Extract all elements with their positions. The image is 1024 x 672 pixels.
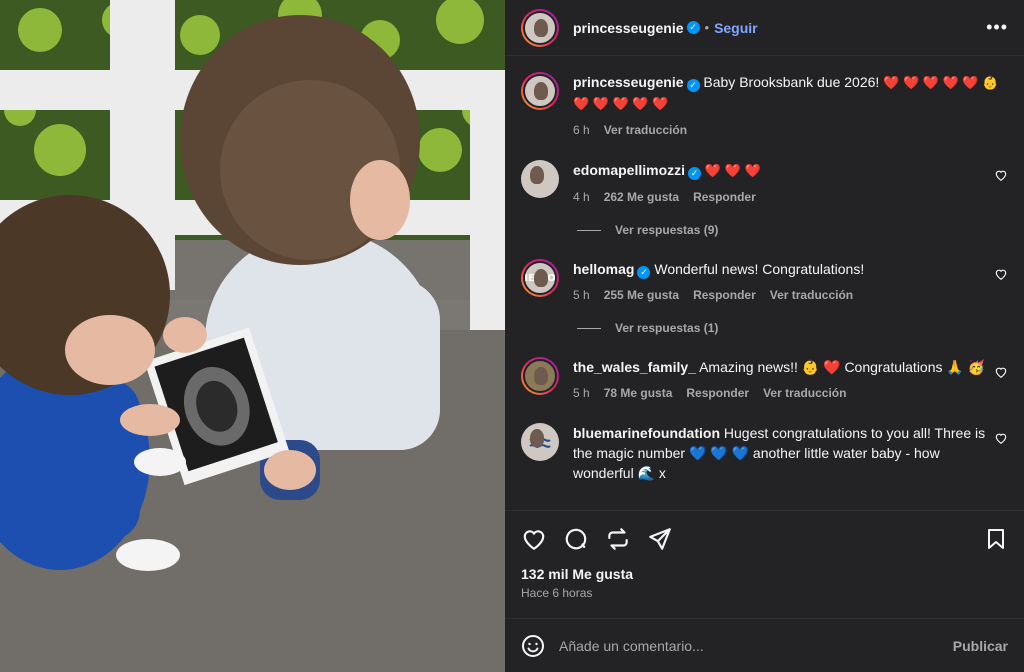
comment-likes[interactable]: 255 Me gusta [604, 285, 679, 305]
comment-translate-link[interactable]: Ver traducción [763, 383, 846, 403]
caption: princesseugenie ✓ Baby Brooksbank due 202… [521, 72, 1008, 140]
commenter-username[interactable]: the_wales_family_ [573, 359, 696, 375]
verified-badge-icon: ✓ [688, 167, 702, 180]
like-comment-heart-icon[interactable] [994, 431, 1008, 445]
comment-likes[interactable]: 78 Me gusta [604, 383, 673, 403]
repost-icon[interactable] [605, 526, 631, 552]
comment-text: Amazing news!! 👶 ❤️ Congratulations 🙏 🥳 [699, 359, 986, 375]
comment-bubble-icon[interactable] [563, 526, 589, 552]
commenter-username[interactable]: bluemarinefoundation [573, 425, 720, 441]
view-replies-button[interactable]: Ver respuestas (9) [577, 223, 1008, 237]
caption-text: Baby Brooksbank due 2026! [703, 74, 880, 90]
share-send-icon[interactable] [647, 526, 673, 552]
save-bookmark-icon[interactable] [984, 526, 1008, 552]
follow-button[interactable]: Seguir [714, 20, 758, 36]
like-heart-icon[interactable] [521, 526, 547, 552]
commenter-username[interactable]: edomapellimozzi [573, 162, 685, 178]
replies-line [577, 229, 601, 231]
separator-dot: • [704, 20, 710, 35]
post-header: princesseugenie ✓ • Seguir ••• [505, 0, 1024, 56]
comment-time[interactable]: 4 h [573, 187, 590, 207]
view-replies-label: Ver respuestas (1) [615, 321, 719, 335]
commenter-avatar[interactable] [521, 160, 559, 198]
verified-badge-icon: ✓ [686, 21, 700, 34]
comment-time[interactable]: 5 h [573, 383, 590, 403]
likes-count[interactable]: 132 mil Me gusta [505, 566, 1024, 582]
photo-illustration [0, 0, 505, 672]
comment-reply-button[interactable]: Responder [686, 383, 749, 403]
add-comment-input[interactable] [559, 637, 939, 654]
comment-translate-link[interactable]: Ver traducción [770, 285, 853, 305]
view-replies-button[interactable]: Ver respuestas (1) [577, 321, 1008, 335]
commenter-avatar[interactable]: HELLO! [521, 259, 559, 297]
comment-likes[interactable]: 262 Me gusta [604, 187, 679, 207]
hello-logo: HELLO! [523, 261, 557, 295]
commenter-avatar[interactable] [521, 423, 559, 461]
caption-time[interactable]: 6 h [573, 120, 590, 140]
emoji-icon[interactable] [521, 634, 545, 658]
commenter-avatar[interactable] [521, 357, 559, 395]
post-photo [0, 0, 505, 672]
post-time-ago: Hace 6 horas [521, 586, 593, 600]
comment-text: Wonderful news! Congratulations! [654, 261, 865, 277]
verified-badge-icon: ✓ [637, 266, 651, 279]
commenter-username[interactable]: hellomag [573, 261, 634, 277]
comments-list: princesseugenie ✓ Baby Brooksbank due 202… [505, 56, 1024, 510]
verified-badge-icon: ✓ [686, 79, 700, 92]
post-actions [505, 510, 1024, 566]
post-side-panel: princesseugenie ✓ • Seguir ••• princesse… [505, 0, 1024, 672]
caption-username[interactable]: princesseugenie [573, 74, 684, 90]
comment: bluemarinefoundation Hugest congratulati… [521, 423, 1008, 483]
more-options-icon[interactable]: ••• [986, 17, 1008, 38]
author-avatar[interactable] [521, 8, 559, 47]
comment: the_wales_family_ Amazing news!! 👶 ❤️ Co… [521, 357, 1008, 403]
publish-button[interactable]: Publicar [953, 638, 1008, 654]
comment: HELLO! hellomag✓ Wonderful news! Congrat… [521, 259, 1008, 305]
view-replies-label: Ver respuestas (9) [615, 223, 719, 237]
like-comment-heart-icon[interactable] [994, 267, 1008, 281]
like-comment-heart-icon[interactable] [994, 365, 1008, 379]
comment-time[interactable]: 5 h [573, 285, 590, 305]
comment-text: ❤️ ❤️ ❤️ [704, 163, 761, 178]
comment-reply-button[interactable]: Responder [693, 285, 756, 305]
author-username[interactable]: princesseugenie [573, 20, 684, 36]
comment-reply-button[interactable]: Responder [693, 187, 756, 207]
caption-translate-link[interactable]: Ver traducción [604, 120, 687, 140]
comment: edomapellimozzi ✓ ❤️ ❤️ ❤️ 4 h 262 Me gus… [521, 160, 1008, 207]
add-comment-bar: Publicar [505, 618, 1024, 672]
caption-avatar[interactable] [521, 72, 559, 110]
wave-logo-icon [521, 423, 559, 461]
replies-line [577, 327, 601, 329]
like-comment-heart-icon[interactable] [994, 168, 1008, 182]
